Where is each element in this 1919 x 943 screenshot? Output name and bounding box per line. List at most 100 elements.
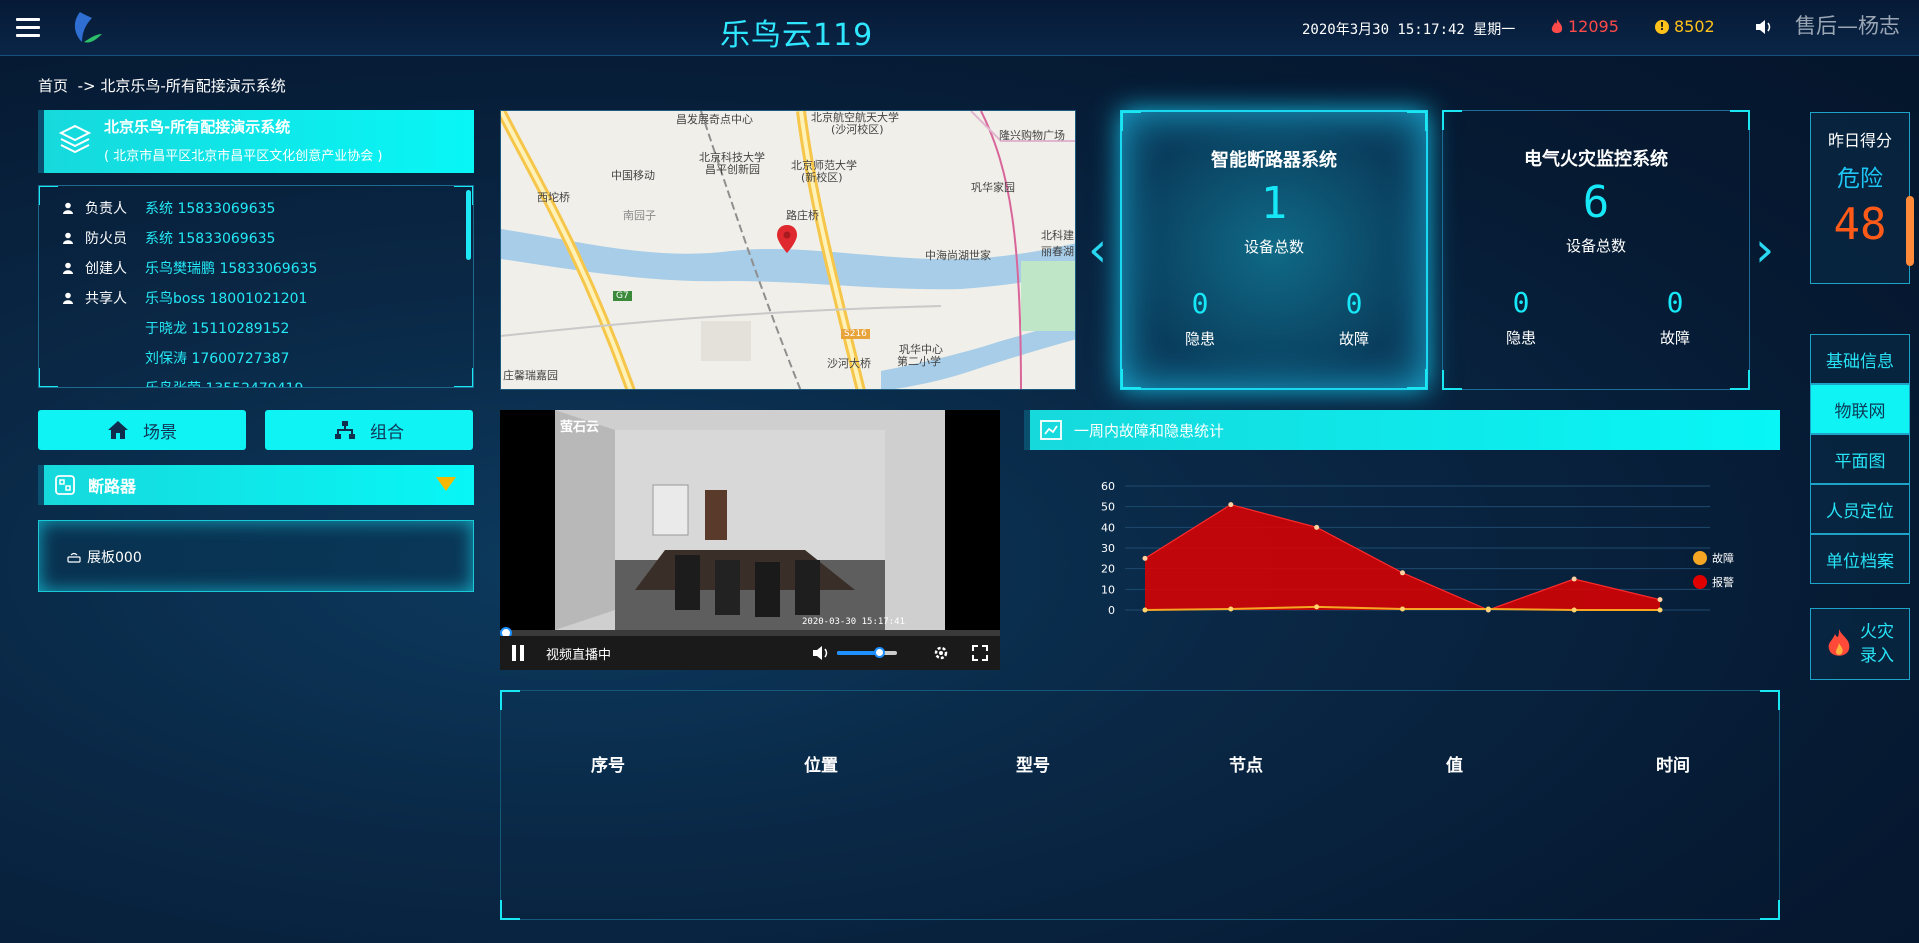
column-header: 型号 (1016, 756, 1050, 776)
map-label: 西坨桥 (537, 191, 570, 204)
video-controls: 视频直播中 (500, 636, 1000, 670)
hamburger-menu-icon[interactable] (16, 18, 40, 38)
map-view[interactable]: 昌发展奇点中心 北京航空航天大学 (沙河校区) 隆兴购物广场 北京科技大学 昌平… (500, 110, 1076, 390)
volume-knob[interactable] (874, 647, 885, 658)
project-address: ( 北京市昌平区北京市昌平区文化创意产业协会 ) (104, 149, 383, 164)
breaker-list: 展板000 (38, 520, 474, 592)
group-button-label: 组合 (370, 422, 404, 443)
contact-row: 负责人 系统 15833069635 (61, 198, 275, 218)
score-label: 昨日得分 (1827, 131, 1892, 150)
scene-button-label: 场景 (143, 422, 177, 443)
device-icon (55, 475, 75, 495)
breadcrumb-home[interactable]: 首页 (38, 77, 68, 95)
data-point (1314, 524, 1320, 530)
dropdown-arrow-icon[interactable] (436, 477, 456, 491)
fire-icon (1551, 18, 1563, 33)
legend-marker (1693, 551, 1707, 565)
stats-title: 一周内故障和隐患统计 (1074, 421, 1225, 440)
top-bar: 乐鸟云119 2020年3月30 15:17:42 星期一 12095 ! 85… (0, 0, 1919, 56)
person-badge-icon (61, 201, 75, 215)
score-level: 危险 (1837, 166, 1883, 192)
map-label: 南园子 (623, 209, 656, 222)
map-label: 昌平创新园 (705, 163, 760, 176)
breaker-item-label: 展板000 (87, 550, 142, 566)
settings-gear-icon[interactable] (932, 644, 950, 662)
column-header: 值 (1446, 756, 1463, 776)
layers-icon (58, 124, 92, 154)
speaker-icon[interactable] (1754, 19, 1774, 35)
contact-row: 共享人 乐鸟boss 18001021201 (61, 288, 307, 308)
group-button[interactable]: 组合 (265, 410, 473, 450)
pause-icon[interactable] (512, 645, 524, 661)
side-nav-item[interactable]: 人员定位 (1810, 484, 1910, 534)
side-nav-item[interactable]: 基础信息 (1810, 334, 1910, 384)
data-point (1571, 607, 1577, 613)
video-frame (555, 410, 945, 630)
volume-slider[interactable] (837, 647, 897, 658)
system-card-fire-monitor[interactable]: 电气火灾监控系统 6 设备总数 0 隐患 0 故障 (1442, 110, 1750, 390)
map-label: 北科建·丽春湖 (1041, 229, 1076, 258)
fault-label: 故障 (1338, 330, 1369, 348)
side-nav-item[interactable]: 单位档案 (1810, 534, 1910, 584)
side-nav-item[interactable]: 平面图 (1810, 434, 1910, 484)
data-point (1228, 502, 1234, 508)
warning-icon: ! (1655, 19, 1669, 34)
video-player[interactable]: 萤石云 2020-03-30 15:17:41 视频直播中 (500, 410, 1000, 670)
data-point (1314, 604, 1320, 610)
scrollbar[interactable] (466, 190, 471, 260)
side-nav-item[interactable]: 物联网 (1810, 384, 1910, 434)
scene-button[interactable]: 场景 (38, 410, 246, 450)
card-total-label: 设备总数 (1243, 238, 1304, 256)
map-label: (新校区) (801, 171, 843, 184)
fire-entry-button[interactable]: 火灾 录入 (1810, 608, 1910, 680)
card-total: 1 (1260, 178, 1288, 229)
stats-header: 一周内故障和隐患统计 (1024, 410, 1780, 450)
data-point (1485, 606, 1491, 612)
chart-icon (1040, 420, 1062, 440)
map-marker-icon[interactable] (777, 225, 797, 253)
y-tick-label: 20 (1101, 563, 1115, 576)
router-icon (67, 552, 81, 563)
contacts-panel: 负责人 系统 15833069635 防火员 系统 15833069635 创建人 乐鸟樊… (38, 185, 474, 388)
contact-row: 防火员 系统 15833069635 (61, 228, 275, 248)
map-label: 沙河大桥 (827, 357, 871, 370)
project-name: 北京乐鸟-所有配接演示系统 (104, 118, 291, 136)
legend-label: 故障 (1712, 551, 1734, 565)
map-label: 路庄桥 (786, 209, 819, 222)
volume-icon[interactable] (812, 645, 830, 661)
warning-count[interactable]: ! 8502 (1655, 17, 1715, 36)
data-point (1228, 606, 1234, 612)
map-label: 中国移动 (611, 169, 655, 182)
map-label: 庄馨瑞嘉园 (503, 369, 558, 382)
contact-value: 刘保涛 17600727387 (145, 351, 290, 367)
contact-row: 创建人 乐鸟樊瑞鹏 15833069635 (61, 258, 317, 278)
card-title: 智能断路器系统 (1211, 150, 1337, 171)
contact-role: 共享人 (85, 291, 127, 307)
project-header: 北京乐鸟-所有配接演示系统 ( 北京市昌平区北京市昌平区文化创意产业协会 ) (38, 110, 474, 173)
system-card-breaker[interactable]: 智能断路器系统 1 设备总数 0 隐患 0 故障 (1120, 110, 1428, 390)
column-header: 节点 (1229, 756, 1263, 776)
hazard-count: 0 (1191, 287, 1209, 320)
fire-alarm-count[interactable]: 12095 (1550, 17, 1619, 36)
map-label: 中海尚湖世家 (925, 249, 991, 262)
next-arrow-icon[interactable]: › (1755, 226, 1774, 274)
video-brand: 萤石云 (560, 420, 600, 435)
breaker-item[interactable]: 展板000 (67, 547, 142, 567)
prev-arrow-icon[interactable]: ‹ (1088, 226, 1107, 274)
y-tick-label: 30 (1101, 542, 1115, 555)
flame-icon (1828, 629, 1850, 656)
breaker-dropdown[interactable]: 断路器 (38, 465, 474, 505)
fullscreen-icon[interactable] (972, 645, 988, 661)
user-name[interactable]: 售后—杨志 (1795, 10, 1900, 40)
map-label: S216 (841, 329, 870, 339)
video-timestamp: 2020-03-30 15:17:41 (802, 617, 905, 627)
y-tick-label: 10 (1101, 583, 1115, 596)
user-icon (61, 261, 75, 275)
data-point (1571, 576, 1577, 582)
page-scrollbar[interactable] (1906, 196, 1914, 266)
contact-value: 系统 15833069635 (145, 201, 276, 217)
map-label: 隆兴购物广场 (999, 129, 1065, 142)
fire-count-value: 12095 (1568, 17, 1619, 36)
helmet-icon (61, 231, 75, 245)
share-user-icon (61, 291, 75, 305)
